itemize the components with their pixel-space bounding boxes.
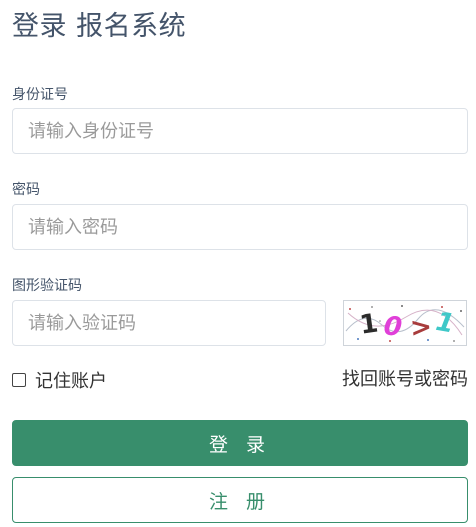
id-card-label: 身份证号: [12, 87, 68, 103]
remember-checkbox[interactable]: [12, 373, 26, 387]
register-button[interactable]: 注 册: [12, 477, 468, 523]
remember-label: 记住账户: [35, 371, 107, 392]
captcha-label: 图形验证码: [12, 278, 82, 294]
captcha-input[interactable]: [12, 300, 326, 346]
id-card-input[interactable]: [12, 108, 468, 154]
password-input[interactable]: [12, 204, 468, 250]
captcha-char: 1: [358, 308, 380, 340]
remember-account[interactable]: 记住账户: [12, 368, 107, 392]
captcha-char: >: [409, 312, 433, 343]
captcha-char: 1: [434, 307, 457, 340]
login-button[interactable]: 登 录: [12, 420, 468, 466]
forgot-account-link[interactable]: 找回账号或密码: [342, 368, 468, 392]
captcha-char: 0: [382, 311, 403, 343]
captcha-image[interactable]: 1 0 > 1: [343, 300, 467, 346]
password-label: 密码: [12, 182, 40, 198]
page-title: 登录 报名系统: [12, 11, 187, 42]
